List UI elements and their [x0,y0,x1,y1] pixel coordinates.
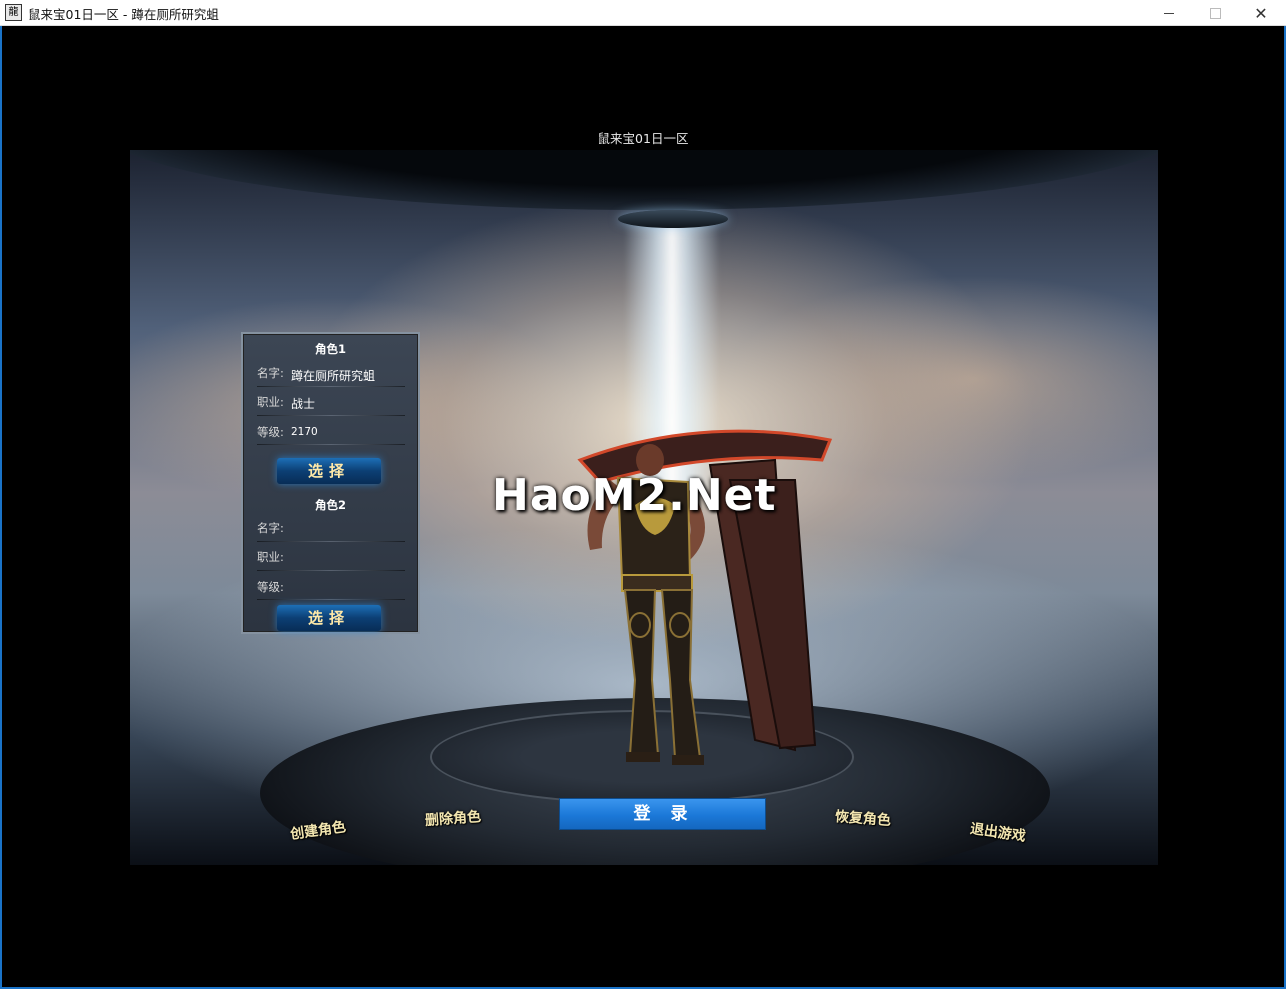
window-border-left [0,26,2,989]
beam-disc [618,210,728,228]
slot1-name-label: 名字: [257,366,284,380]
window-title: 鼠来宝01日一区 - 蹲在厕所研究蛆 [28,7,219,22]
close-icon: ✕ [1254,3,1268,23]
slot2-name-label: 名字: [257,521,284,535]
slot2-select-button[interactable]: 选择 [277,605,381,631]
slot1-job-label: 职业: [257,395,284,409]
minimize-button[interactable] [1146,0,1192,26]
slot1-name-value: 蹲在厕所研究蛆 [291,369,376,383]
slot2-job-label: 职业: [257,550,284,564]
slot1-select-button[interactable]: 选择 [277,458,381,484]
divider [257,386,405,387]
sky-dome-shadow [130,150,1158,210]
window-titlebar: 龍 鼠来宝01日一区 - 蹲在厕所研究蛆 ✕ [0,0,1286,26]
divider [257,541,405,542]
watermark-text: HaoM2.Net [492,470,777,521]
minimize-icon [1164,12,1174,14]
login-button[interactable]: 登录 [559,798,766,830]
slot1-title: 角色1 [314,342,346,356]
maximize-button[interactable] [1192,0,1238,26]
slot2-level-label: 等级: [257,580,284,594]
divider [257,599,405,600]
divider [257,444,405,445]
close-button[interactable]: ✕ [1238,0,1284,26]
app-icon: 龍 [5,4,22,21]
slot1-level-label: 等级: [257,425,284,439]
restore-character-button[interactable]: 恢复角色 [834,806,891,830]
character-slots-panel: 角色1 名字: 蹲在厕所研究蛆 职业: 战士 等级: 2170 选择 角色2 名… [241,332,420,634]
slot2-title: 角色2 [314,498,346,512]
delete-character-button[interactable]: 删除角色 [424,806,482,830]
divider [257,570,405,571]
server-name: 鼠来宝01日一区 [597,131,689,146]
divider [257,415,405,416]
slot1-job-value: 战士 [291,397,316,411]
maximize-icon [1209,7,1221,19]
slot1-level-value: 2170 [291,426,318,438]
